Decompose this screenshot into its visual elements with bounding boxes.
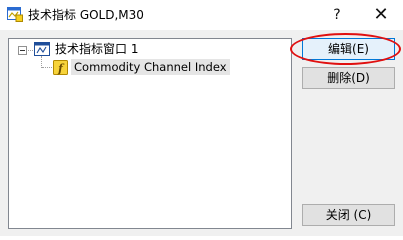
window-title: 技术指标 GOLD,M30 [28, 8, 144, 22]
help-button[interactable]: ? [316, 0, 358, 30]
tree-connector [28, 50, 33, 51]
indicator-tree[interactable]: 技术指标窗口 1 f Commodity Channel Index [8, 38, 292, 229]
tree-connector [42, 67, 52, 68]
title-bar: 技术指标 GOLD,M30 ? ✕ [0, 0, 403, 30]
indicators-dialog: 技术指标 GOLD,M30 ? ✕ 技术指标窗口 1 f Commodity C… [0, 0, 403, 236]
close-window-button[interactable]: ✕ [360, 0, 402, 30]
close-button[interactable]: 关闭 (C) [302, 204, 395, 226]
tree-node-indicator-window[interactable]: 技术指标窗口 1 [55, 41, 138, 57]
custom-indicator-icon: f [53, 60, 68, 75]
app-indicator-icon [7, 7, 23, 22]
indicator-window-icon [34, 42, 50, 56]
edit-button[interactable]: 编辑(E) [302, 38, 395, 60]
tree-node-commodity-channel-index[interactable]: Commodity Channel Index [71, 59, 230, 75]
collapse-toggle[interactable] [18, 46, 27, 55]
delete-button[interactable]: 删除(D) [302, 67, 395, 89]
